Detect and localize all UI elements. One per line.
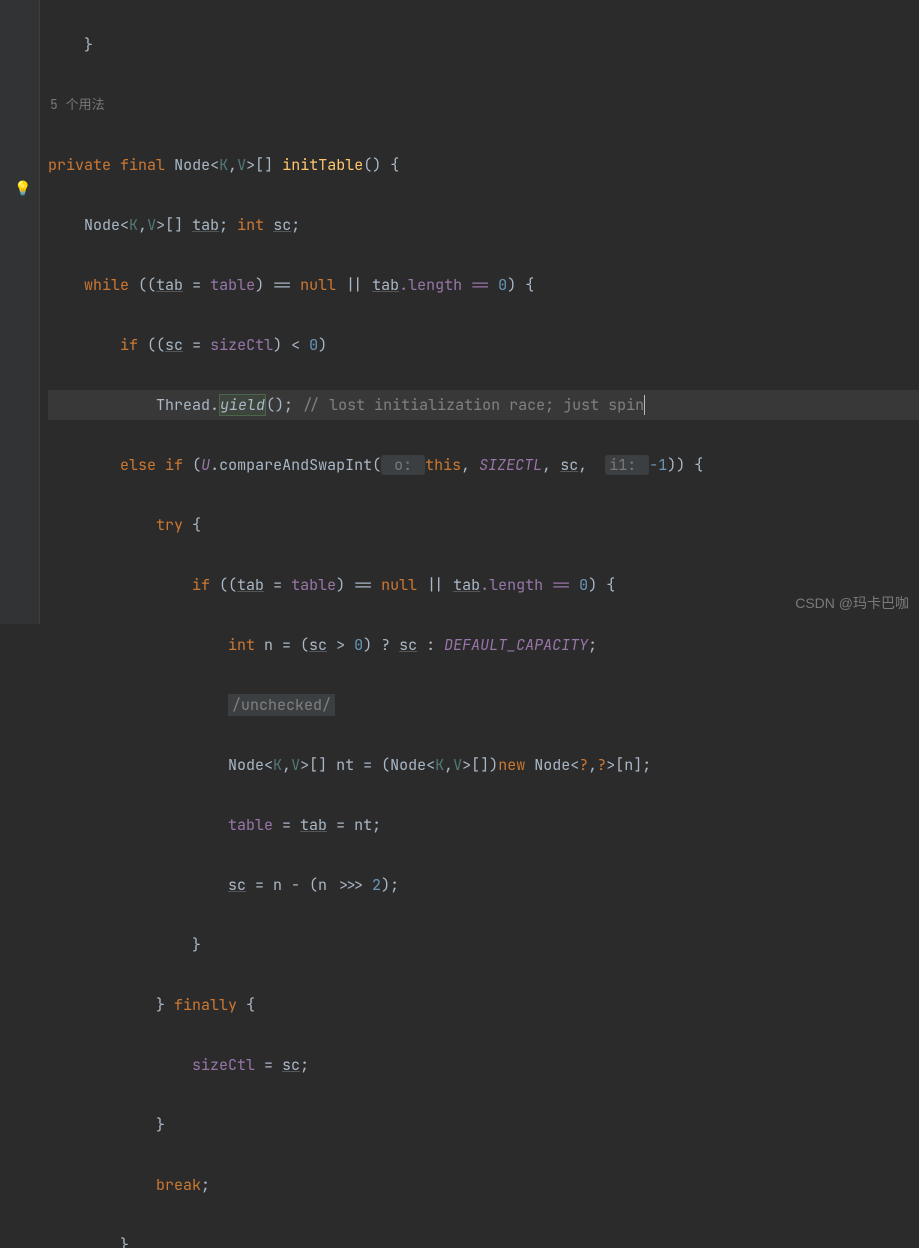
text-cursor [644, 395, 645, 415]
code-line: else if (U.compareAndSwapInt( o: this, S… [48, 450, 919, 480]
code-line: /unchecked/ [48, 690, 919, 720]
code-line: int n = (sc > 0) ? sc : DEFAULT_CAPACITY… [48, 630, 919, 660]
code-line: sc = n - (n >>> 2); [48, 870, 919, 900]
intention-bulb-icon[interactable]: 💡 [14, 174, 31, 204]
current-line: Thread.yield(); // lost initialization r… [48, 390, 919, 420]
code-line: if ((tab = table) == null || tab.length … [48, 570, 919, 600]
code-line: } finally { [48, 990, 919, 1020]
code-line: table = tab = nt; [48, 810, 919, 840]
code-line: Node<K,V>[] nt = (Node<K,V>[])new Node<?… [48, 750, 919, 780]
code-line: while ((tab = table) == null || tab.leng… [48, 270, 919, 300]
code-line: if ((sc = sizeCtl) < 0) [48, 330, 919, 360]
code-line: sizeCtl = sc; [48, 1050, 919, 1080]
code-line: private final Node<K,V>[] initTable() { [48, 150, 919, 180]
code-line: } [48, 1110, 919, 1140]
code-line: try { [48, 510, 919, 540]
watermark: CSDN @玛卡巴咖 [795, 588, 909, 618]
editor-code-area[interactable]: } 5 个用法 private final Node<K,V>[] initTa… [40, 0, 919, 1248]
code-line: Node<K,V>[] tab; int sc; [48, 210, 919, 240]
code-line: } [48, 930, 919, 960]
gutter: 💡 [0, 0, 40, 624]
code-line: } [48, 1230, 919, 1248]
usages-hint[interactable]: 5 个用法 [48, 90, 919, 120]
code-line: } [48, 30, 919, 60]
code-line: break; [48, 1170, 919, 1200]
